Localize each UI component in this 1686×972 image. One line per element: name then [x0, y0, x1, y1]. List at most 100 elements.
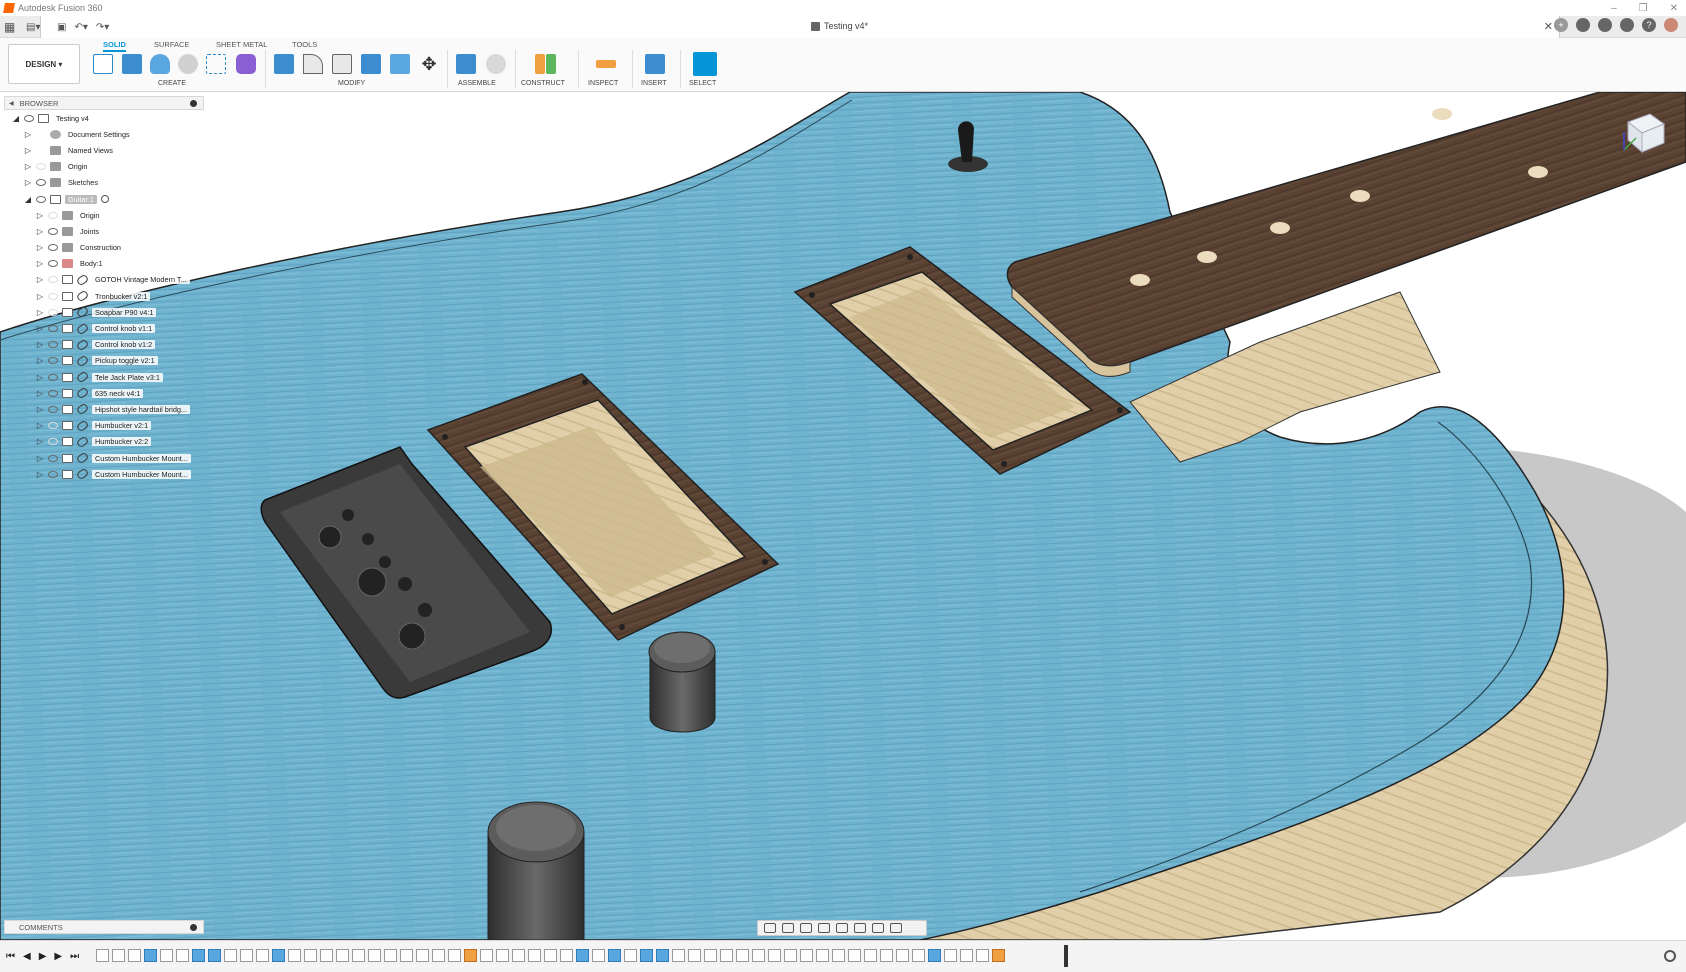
timeline-feature[interactable]	[288, 949, 301, 962]
timeline-feature[interactable]	[832, 949, 845, 962]
collapsed-arrow-icon[interactable]: ▷	[36, 454, 44, 463]
collapsed-arrow-icon[interactable]: ▷	[36, 405, 44, 414]
timeline-feature[interactable]	[96, 949, 109, 962]
visibility-eye-icon[interactable]	[48, 470, 58, 478]
collapsed-arrow-icon[interactable]: ▷	[36, 356, 44, 365]
undo-icon[interactable]: ↶▾	[74, 22, 87, 33]
go-to-start-icon[interactable]: ⏮	[6, 951, 15, 962]
create-form-icon[interactable]	[236, 54, 256, 74]
visibility-eye-icon[interactable]	[48, 227, 58, 235]
grid-settings-icon[interactable]	[872, 923, 884, 933]
tree-item-linked-component[interactable]: ▷ Control knob v1:2	[4, 337, 204, 353]
timeline-feature[interactable]	[176, 949, 189, 962]
timeline-feature[interactable]	[448, 949, 461, 962]
pan-icon[interactable]	[800, 923, 812, 933]
timeline-feature[interactable]	[432, 949, 445, 962]
document-tab[interactable]: ▣ ↶▾ ↷▾ Testing v4* ✕	[40, 16, 1560, 38]
timeline-feature[interactable]	[544, 949, 557, 962]
visibility-eye-icon[interactable]	[48, 422, 58, 430]
select-group-label[interactable]: SELECT	[689, 80, 716, 87]
tree-item-linked-component[interactable]: ▷ Humbucker v2:1	[4, 418, 204, 434]
timeline-feature[interactable]	[656, 949, 669, 962]
visibility-eye-icon[interactable]	[36, 163, 46, 171]
tree-item-linked-component[interactable]: ▷ Soapbar P90 v4:1	[4, 304, 204, 320]
go-to-end-icon[interactable]: ⏭	[70, 951, 79, 962]
avatar[interactable]	[1664, 18, 1678, 32]
collapsed-arrow-icon[interactable]: ▷	[36, 243, 44, 252]
timeline-feature[interactable]	[128, 949, 141, 962]
new-tab-icon[interactable]: +	[1554, 18, 1568, 32]
viewports-icon[interactable]	[890, 923, 902, 933]
timeline-feature[interactable]	[688, 949, 701, 962]
timeline-feature[interactable]	[736, 949, 749, 962]
visibility-eye-icon[interactable]	[48, 260, 58, 268]
collapsed-arrow-icon[interactable]: ▷	[36, 470, 44, 479]
tree-item-linked-component[interactable]: ▷ Custom Humbucker Mount...	[4, 466, 204, 482]
timeline-feature[interactable]	[240, 949, 253, 962]
pin-icon[interactable]	[190, 100, 197, 107]
display-settings-icon[interactable]	[854, 923, 866, 933]
collapsed-arrow-icon[interactable]: ▷	[36, 324, 44, 333]
collapsed-arrow-icon[interactable]: ▷	[24, 146, 32, 155]
tree-item-linked-component[interactable]: ▷ Control knob v1:1	[4, 320, 204, 336]
step-back-icon[interactable]: ◀	[23, 951, 31, 962]
inspect-group-label[interactable]: INSPECT	[588, 80, 618, 87]
timeline-feature[interactable]	[336, 949, 349, 962]
visibility-eye-icon[interactable]	[36, 195, 46, 203]
tree-item-linked-component[interactable]: ▷ GOTOH Vintage Modern T...	[4, 272, 204, 288]
chamfer-icon[interactable]	[332, 54, 352, 74]
zoom-icon[interactable]	[818, 923, 830, 933]
canvas-viewport[interactable]	[0, 92, 1686, 940]
collapsed-arrow-icon[interactable]: ▷	[36, 292, 44, 301]
hole-icon[interactable]	[178, 54, 198, 74]
timeline-feature[interactable]	[528, 949, 541, 962]
timeline-feature[interactable]	[464, 949, 477, 962]
tree-item-linked-component[interactable]: ▷ Tele Jack Plate v3:1	[4, 369, 204, 385]
visibility-eye-icon[interactable]	[48, 308, 58, 316]
tree-item-sketches[interactable]: ▷ Sketches	[4, 175, 204, 191]
orbit-icon[interactable]	[764, 923, 776, 933]
tree-item-joints[interactable]: ▷ Joints	[4, 223, 204, 239]
tree-item-construction[interactable]: ▷ Construction	[4, 240, 204, 256]
revolve-icon[interactable]	[150, 54, 170, 74]
timeline-feature[interactable]	[576, 949, 589, 962]
timeline-feature[interactable]	[496, 949, 509, 962]
visibility-eye-icon[interactable]	[48, 454, 58, 462]
visibility-eye-icon[interactable]	[48, 292, 58, 300]
tab-sheet-metal[interactable]: SHEET METAL	[216, 40, 267, 49]
view-cube[interactable]	[1618, 108, 1668, 158]
timeline-feature[interactable]	[208, 949, 221, 962]
offset-plane-icon[interactable]	[535, 54, 545, 74]
visibility-eye-icon[interactable]	[48, 389, 58, 397]
tree-item-body[interactable]: ▷ Body:1	[4, 256, 204, 272]
timeline-feature[interactable]	[384, 949, 397, 962]
data-panel-icon[interactable]: ▦	[4, 20, 15, 34]
collapsed-arrow-icon[interactable]: ▷	[36, 373, 44, 382]
timeline-feature[interactable]	[624, 949, 637, 962]
tree-item-document-settings[interactable]: ▷ Document Settings	[4, 126, 204, 142]
collapsed-arrow-icon[interactable]: ▷	[36, 259, 44, 268]
pin-icon[interactable]	[190, 924, 197, 931]
new-component-icon[interactable]	[456, 54, 476, 74]
step-forward-icon[interactable]: ▶	[54, 951, 62, 962]
timeline-feature[interactable]	[368, 949, 381, 962]
move-icon[interactable]: ✥	[419, 54, 439, 74]
timeline-feature[interactable]	[112, 949, 125, 962]
visibility-eye-icon[interactable]	[48, 438, 58, 446]
tab-close-icon[interactable]: ✕	[1544, 20, 1553, 33]
expanded-arrow-icon[interactable]: ◢	[12, 114, 20, 123]
timeline-feature[interactable]	[480, 949, 493, 962]
collapsed-arrow-icon[interactable]: ▷	[36, 211, 44, 220]
collapsed-arrow-icon[interactable]: ▷	[36, 421, 44, 430]
tree-item-named-views[interactable]: ▷ Named Views	[4, 142, 204, 158]
timeline-feature[interactable]	[416, 949, 429, 962]
activate-target-icon[interactable]	[100, 195, 109, 204]
timeline-feature[interactable]	[816, 949, 829, 962]
visibility-eye-icon[interactable]	[48, 405, 58, 413]
collapse-arrow-icon[interactable]: ◀	[9, 100, 14, 107]
timeline-feature[interactable]	[800, 949, 813, 962]
timeline-marker[interactable]	[1064, 945, 1068, 967]
guitar-3d-model[interactable]	[0, 92, 1686, 940]
visibility-eye-icon[interactable]	[48, 244, 58, 252]
timeline-feature[interactable]	[256, 949, 269, 962]
